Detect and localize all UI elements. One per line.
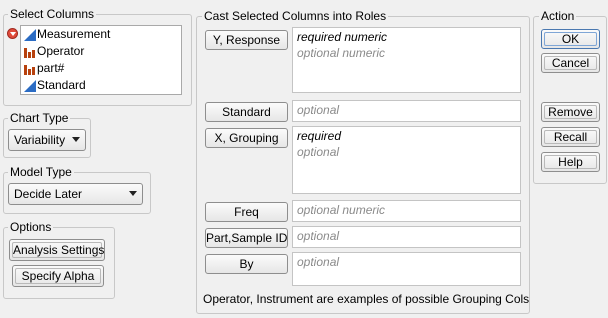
model-type-value: Decide Later [14,187,83,201]
options-title: Options [8,220,54,234]
freq-placeholder: optional numeric [297,203,386,217]
part-sample-id-field[interactable]: optional [292,226,521,248]
ok-button[interactable]: OK [541,29,600,49]
chevron-down-icon [129,191,137,196]
chart-type-title: Chart Type [8,111,71,125]
select-columns-title: Select Columns [8,7,97,21]
chart-type-value: Variability [14,133,66,147]
options-panel [3,227,115,299]
nominal-icon [24,64,35,75]
analysis-settings-button[interactable]: Analysis Settings [9,239,105,261]
column-label: Standard [37,78,86,92]
y-response-optional-text: optional numeric [297,46,386,60]
x-grouping-optional-text: optional [297,145,340,159]
specify-alpha-button[interactable]: Specify Alpha [12,265,104,287]
continuous-icon [24,79,36,92]
column-item-measurement[interactable]: Measurement [21,26,181,43]
grouping-note: Operator, Instrument are examples of pos… [203,292,530,306]
x-grouping-field[interactable]: required optional [292,126,521,194]
column-list[interactable]: Measurement Operator part# Standard [20,25,182,95]
standard-button[interactable]: Standard [205,102,288,122]
column-label: Operator [37,44,85,58]
cast-roles-title: Cast Selected Columns into Roles [202,9,389,23]
by-placeholder: optional [297,255,340,269]
y-response-field[interactable]: required numeric optional numeric [292,27,521,93]
y-response-button[interactable]: Y, Response [205,30,288,50]
remove-button[interactable]: Remove [541,102,600,122]
cancel-button[interactable]: Cancel [541,53,600,73]
part-sample-id-button[interactable]: Part,Sample ID [205,228,288,248]
part-sample-id-placeholder: optional [297,229,340,243]
by-field[interactable]: optional [292,252,521,286]
action-title: Action [539,9,577,23]
disclosure-triangle-icon[interactable] [7,28,18,39]
column-label: part# [37,61,65,75]
by-button[interactable]: By [205,254,288,274]
x-grouping-required-text: required [297,129,342,143]
standard-field[interactable]: optional [292,100,521,122]
standard-placeholder: optional [297,103,340,117]
freq-button[interactable]: Freq [205,202,288,222]
chart-type-select[interactable]: Variability [8,129,86,151]
model-type-title: Model Type [8,165,74,179]
help-button[interactable]: Help [541,152,600,172]
chevron-down-icon [72,137,80,142]
model-type-select[interactable]: Decide Later [8,183,143,205]
column-label: Measurement [37,27,111,41]
column-item-standard[interactable]: Standard [21,77,181,94]
recall-button[interactable]: Recall [541,127,600,147]
continuous-icon [24,28,36,41]
column-item-operator[interactable]: Operator [21,43,181,60]
freq-field[interactable]: optional numeric [292,200,521,222]
nominal-icon [24,47,35,58]
y-response-required-text: required numeric [297,30,388,44]
column-item-part[interactable]: part# [21,60,181,77]
x-grouping-button[interactable]: X, Grouping [205,128,288,148]
